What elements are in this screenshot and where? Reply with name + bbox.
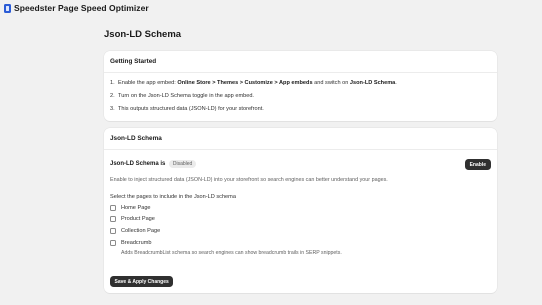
- enable-button[interactable]: Enable: [464, 159, 491, 170]
- home-page-checkbox[interactable]: [110, 205, 116, 211]
- option-collection-page[interactable]: Collection Page: [110, 228, 160, 234]
- json-ld-schema-card: Json-LD Schema Json-LD Schema is Disable…: [104, 128, 497, 293]
- schema-description: Enable to inject structured data (JSON-L…: [110, 177, 388, 183]
- collection-page-label: Collection Page: [121, 228, 161, 234]
- breadcrumb-checkbox[interactable]: [110, 240, 116, 246]
- step-1: 1. Enable the app embed: Online Store > T…: [110, 80, 397, 86]
- getting-started-card: Getting Started 1. Enable the app embed: …: [104, 51, 497, 121]
- breadcrumb-help-text: Adds BreadcrumbList schema so search eng…: [121, 250, 342, 256]
- app-title: Speedster Page Speed Optimizer: [14, 3, 149, 13]
- step-2: 2. Turn on the Json-LD Schema toggle in t…: [110, 93, 254, 99]
- collection-page-checkbox[interactable]: [110, 228, 116, 234]
- status-row: Json-LD Schema is Disabled: [110, 160, 196, 169]
- embed-path: Online Store > Themes > Customize > App …: [177, 80, 313, 86]
- breadcrumb-label: Breadcrumb: [121, 240, 152, 246]
- option-home-page[interactable]: Home Page: [110, 205, 151, 211]
- top-bar: Speedster Page Speed Optimizer: [0, 0, 542, 16]
- page-title: Json-LD Schema: [104, 29, 182, 40]
- status-badge: Disabled: [169, 160, 196, 169]
- option-product-page[interactable]: Product Page: [110, 216, 155, 222]
- select-pages-label: Select the pages to include in the Json-…: [110, 194, 236, 200]
- getting-started-heading: Getting Started: [104, 51, 497, 73]
- status-label: Json-LD Schema is: [110, 161, 166, 168]
- step-3: 3. This outputs structured data (JSON-LD)…: [110, 106, 264, 112]
- home-page-label: Home Page: [121, 205, 151, 211]
- save-apply-button[interactable]: Save & Apply Changes: [110, 276, 174, 287]
- option-breadcrumb[interactable]: Breadcrumb: [110, 240, 151, 246]
- embed-name: Json-LD Schema: [349, 80, 396, 86]
- product-page-label: Product Page: [121, 216, 155, 222]
- product-page-checkbox[interactable]: [110, 216, 116, 222]
- schema-heading: Json-LD Schema: [104, 128, 497, 150]
- app-logo-icon: [4, 3, 11, 13]
